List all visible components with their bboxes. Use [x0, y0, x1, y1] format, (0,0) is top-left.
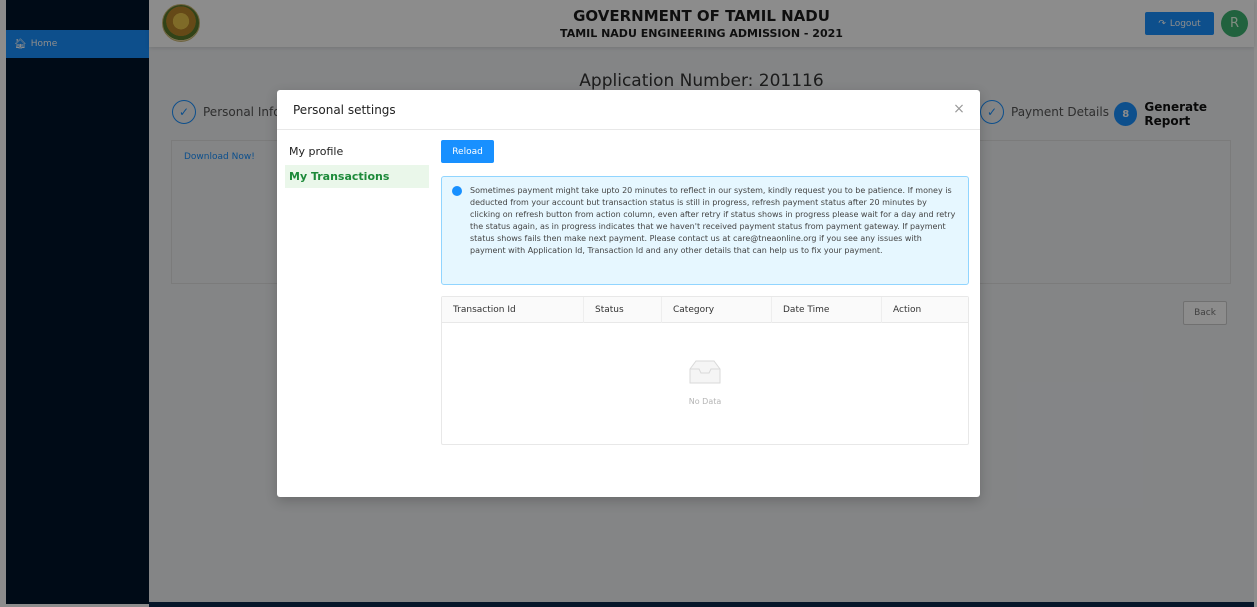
modal-header: Personal settings — [277, 90, 980, 130]
reload-button[interactable]: Reload — [441, 140, 494, 163]
table-header: Transaction Id Status Category Date Time… — [442, 297, 968, 323]
info-icon — [452, 186, 462, 196]
info-text: Sometimes payment might take upto 20 min… — [470, 186, 956, 255]
column-action[interactable]: Action — [882, 297, 968, 323]
empty-inbox-icon — [689, 360, 721, 384]
column-status[interactable]: Status — [584, 297, 662, 323]
modal-title: Personal settings — [293, 102, 396, 117]
info-alert: Sometimes payment might take upto 20 min… — [441, 176, 969, 285]
close-icon[interactable]: × — [952, 102, 966, 116]
personal-settings-modal: Personal settings × My profile My Transa… — [277, 90, 980, 497]
menu-item-my-transactions[interactable]: My Transactions — [285, 165, 429, 188]
empty-text: No Data — [688, 397, 722, 406]
column-category[interactable]: Category — [662, 297, 772, 323]
settings-menu: My profile My Transactions — [285, 140, 429, 190]
transactions-panel: Reload Sometimes payment might take upto… — [441, 140, 969, 445]
column-transaction-id[interactable]: Transaction Id — [442, 297, 584, 323]
column-date-time[interactable]: Date Time — [772, 297, 882, 323]
menu-item-my-profile[interactable]: My profile — [285, 140, 429, 163]
transactions-table: Transaction Id Status Category Date Time… — [441, 296, 969, 445]
